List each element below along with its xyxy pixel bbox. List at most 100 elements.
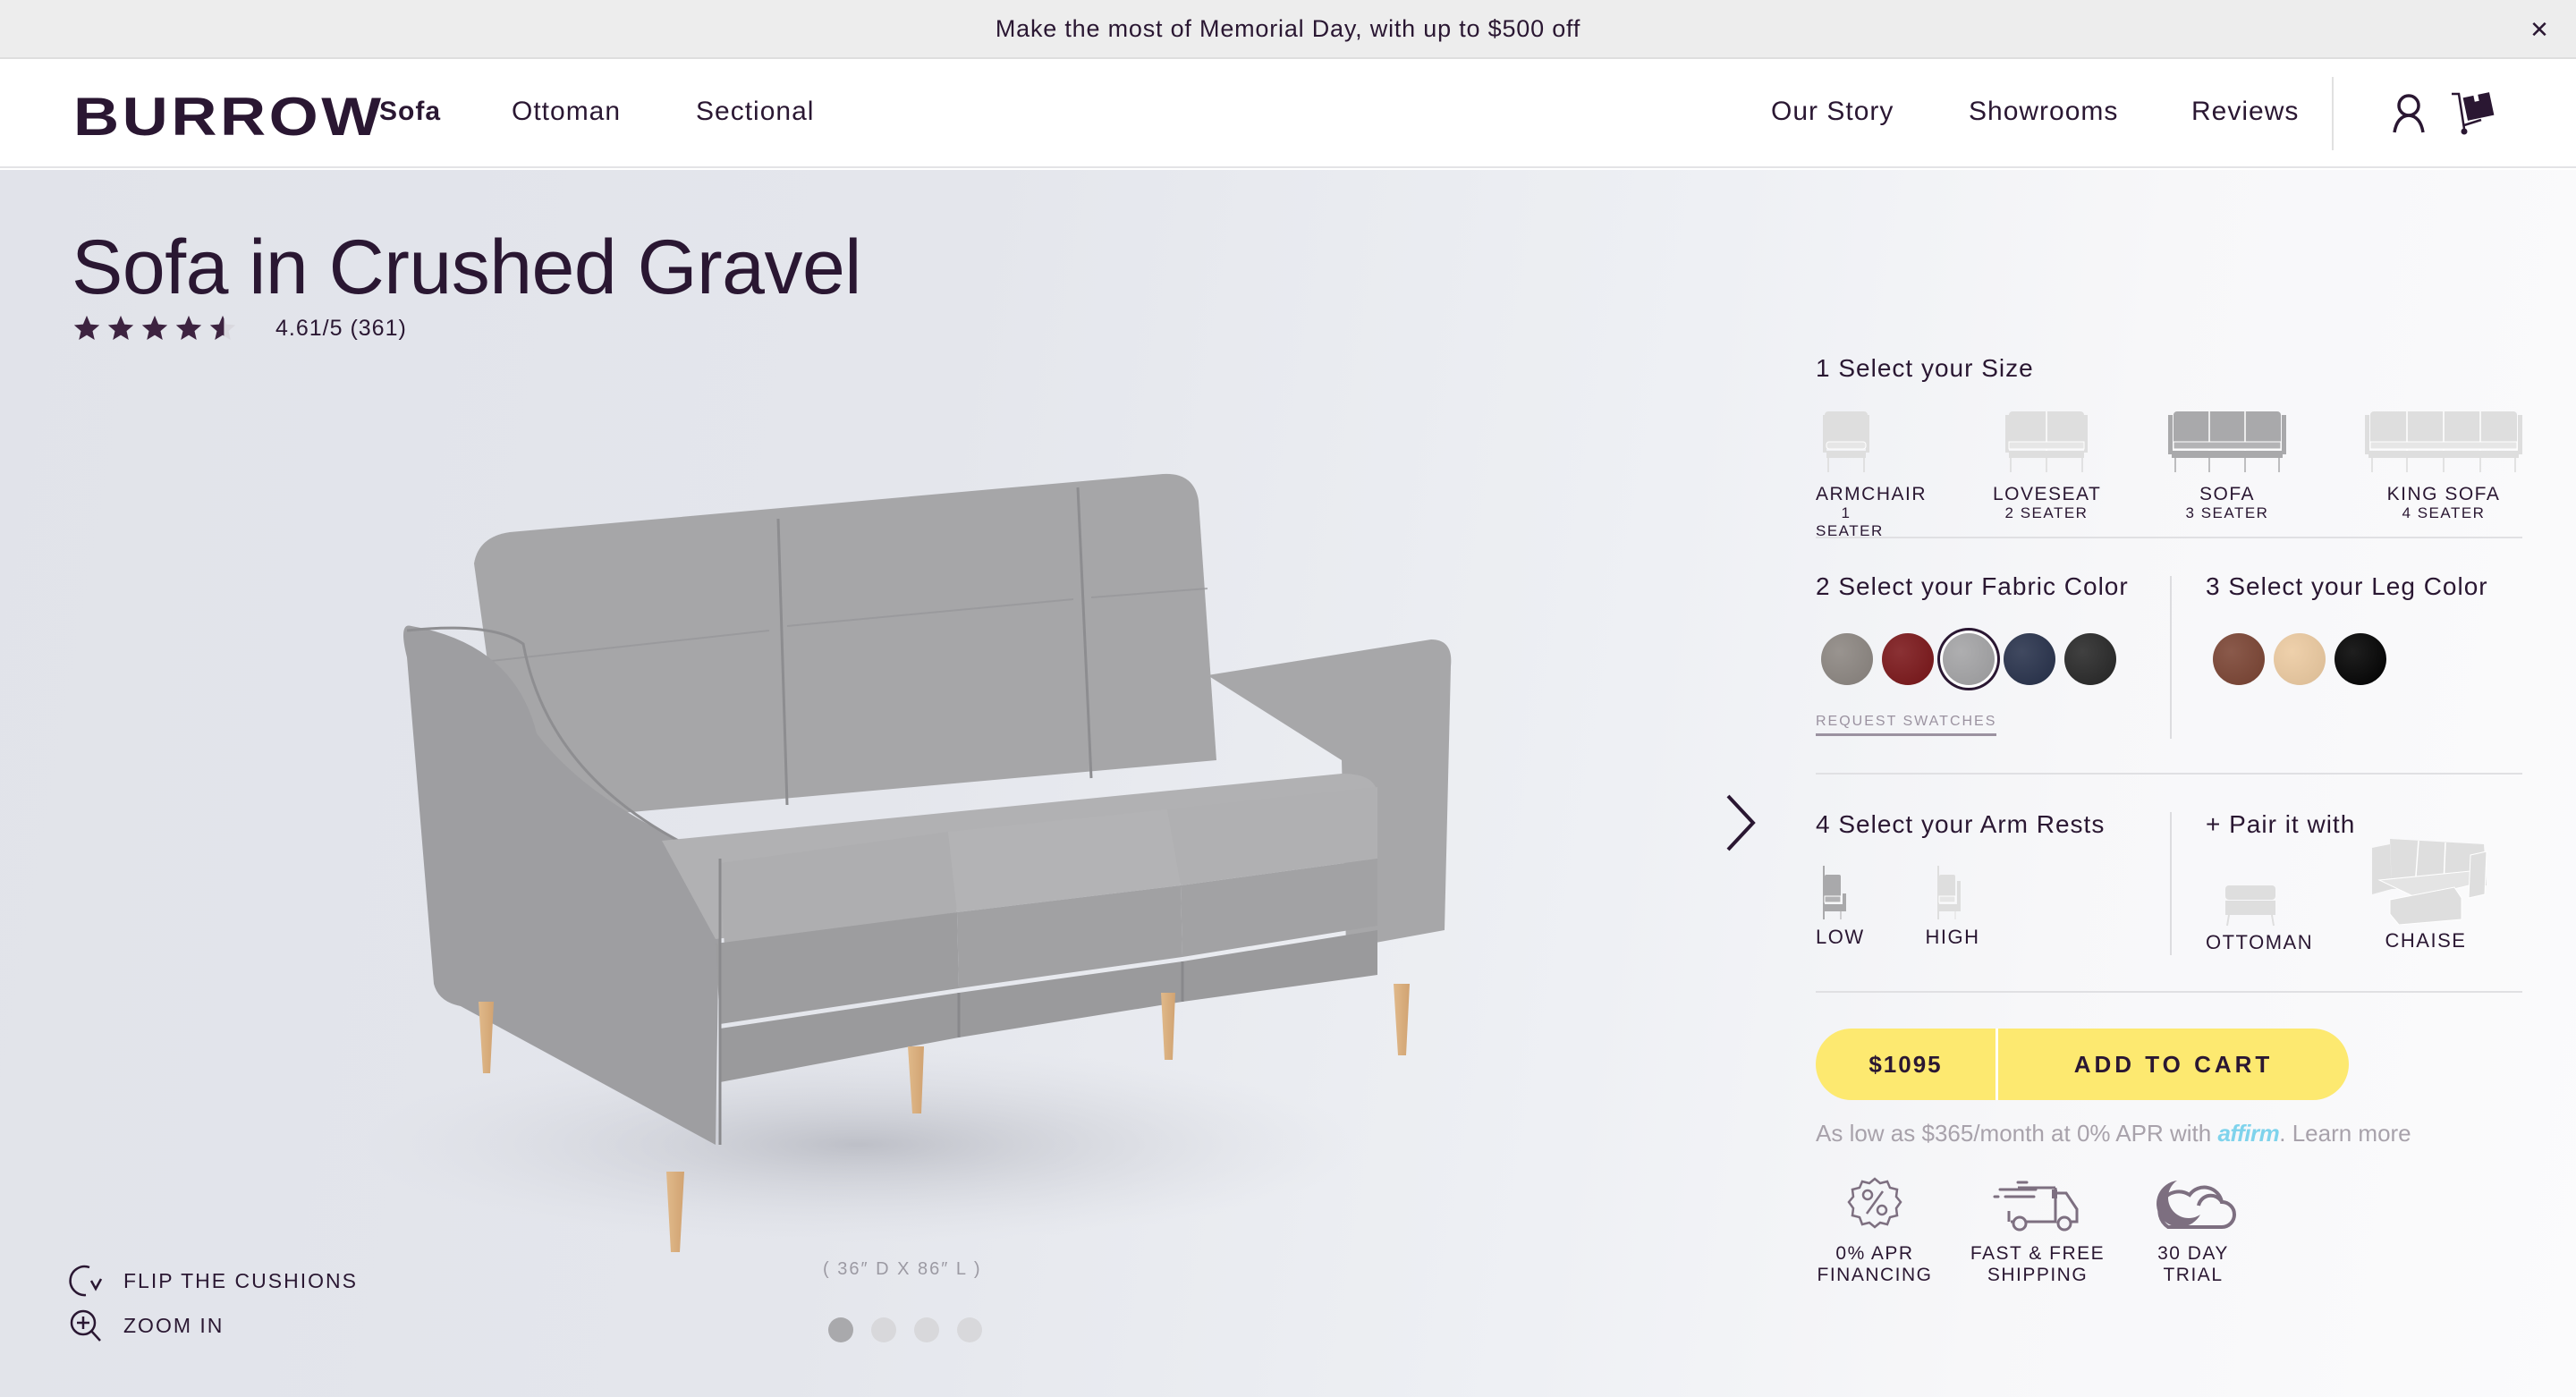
size-sub: 2 SEATER	[2004, 504, 2089, 521]
learn-more-link[interactable]: Learn more	[2292, 1120, 2411, 1147]
flip-cushions-button[interactable]: FLIP THE CUSHIONS	[68, 1263, 358, 1299]
close-icon[interactable]: ✕	[2526, 16, 2553, 43]
flip-cushions-label: FLIP THE CUSHIONS	[123, 1268, 358, 1292]
leg-heading: 3 Select your Leg Color	[2206, 572, 2488, 600]
add-to-cart-pill: $1095 ADD TO CART	[1816, 1029, 2349, 1100]
size-option-sofa[interactable]: SOFA 3 SEATER	[2165, 404, 2290, 522]
financing-text: As low as $365/month at 0% APR with affi…	[1816, 1120, 2411, 1147]
ottoman-icon	[2225, 885, 2275, 927]
pair-heading: + Pair it with	[2206, 810, 2356, 838]
nav-link-reviews[interactable]: Reviews	[2191, 97, 2299, 127]
financing-prefix: As low as $365/month at 0% APR with	[1816, 1120, 2218, 1147]
moon-cloud-icon	[2157, 1181, 2236, 1229]
fabric-swatch-navy[interactable]	[2004, 633, 2055, 685]
divider	[1816, 773, 2522, 775]
low-arm-icon	[1823, 866, 1846, 919]
fabric-swatch-black[interactable]	[2064, 633, 2116, 685]
leg-swatch-natural[interactable]	[2274, 633, 2326, 685]
add-to-cart-button[interactable]: ADD TO CART	[1998, 1029, 2349, 1100]
pair-option-chaise[interactable]: CHAISE	[2363, 835, 2488, 952]
divider	[1816, 991, 2522, 993]
cart-icon[interactable]	[2449, 89, 2497, 138]
sofa-product-image[interactable]	[358, 465, 1485, 1270]
king-sofa-icon	[2365, 411, 2522, 472]
promo-text: Make the most of Memorial Day, with up t…	[995, 14, 1581, 42]
gallery-dot[interactable]	[828, 1317, 853, 1342]
perk-label: 30 DAY TRIAL	[2157, 1243, 2229, 1285]
star-icon	[175, 315, 202, 341]
nav-link-ottoman[interactable]: Ottoman	[512, 97, 621, 127]
arm-option-high[interactable]: HIGH	[1921, 864, 1984, 949]
arm-option-low[interactable]: LOW	[1816, 864, 1865, 949]
sofa-size-icon	[2168, 411, 2286, 472]
size-option-king-sofa[interactable]: KING SOFA 4 SEATER	[2363, 404, 2524, 522]
gallery-pagination	[828, 1317, 982, 1342]
fabric-swatch-taupe[interactable]	[1821, 633, 1873, 685]
gallery-dot[interactable]	[871, 1317, 896, 1342]
nav-link-our-story[interactable]: Our Story	[1771, 97, 1894, 127]
star-half-icon	[209, 315, 236, 341]
nav-divider	[2332, 77, 2334, 150]
size-name: ARMCHAIR	[1816, 484, 1928, 504]
armchair-icon	[1823, 411, 1869, 472]
high-arm-icon	[1937, 866, 1961, 919]
price-button[interactable]: $1095	[1816, 1029, 1998, 1100]
size-sub: 1 SEATER	[1816, 504, 1884, 539]
zoom-in-icon	[70, 1309, 101, 1342]
perk-trial: 30 DAY TRIAL	[2140, 1175, 2247, 1286]
burrow-logo[interactable]: BURROW	[73, 86, 385, 148]
pair-option-label: CHAISE	[2385, 929, 2467, 952]
fabric-swatch-crushed-gravel[interactable]	[1943, 633, 1995, 685]
request-swatches-link[interactable]: REQUEST SWATCHES	[1816, 714, 1997, 736]
fabric-heading: 2 Select your Fabric Color	[1816, 572, 2129, 600]
divider	[2170, 812, 2172, 955]
percent-badge-icon	[1847, 1177, 1902, 1229]
perk-financing: 0% APR FINANCING	[1816, 1175, 1934, 1286]
size-heading: 1 Select your Size	[1816, 354, 2034, 382]
dimensions-text: ( 36″ D X 86″ L )	[823, 1259, 982, 1279]
product-stage: Sofa in Crushed Gravel 4.61/5 (361) FLIP…	[0, 170, 2576, 1397]
zoom-in-label: ZOOM IN	[123, 1313, 225, 1337]
size-name: LOVESEAT	[1993, 484, 2102, 504]
star-icon	[141, 315, 168, 341]
pair-option-label: OTTOMAN	[2206, 931, 2314, 953]
truck-icon	[1993, 1181, 2079, 1232]
nav-link-sectional[interactable]: Sectional	[696, 97, 814, 127]
size-name: SOFA	[2199, 484, 2256, 504]
star-icon	[73, 315, 100, 341]
size-sub: 3 SEATER	[2185, 504, 2269, 521]
size-option-armchair[interactable]: ARMCHAIR 1 SEATER	[1816, 404, 1928, 540]
gallery-dot[interactable]	[957, 1317, 982, 1342]
divider	[1816, 537, 2522, 538]
arm-option-label: LOW	[1816, 926, 1865, 948]
divider	[2170, 576, 2172, 739]
financing-suffix: .	[2279, 1120, 2292, 1147]
top-nav: BURROW Sofa Ottoman Sectional Our Story …	[0, 61, 2576, 168]
pair-option-ottoman[interactable]: OTTOMAN	[2206, 884, 2314, 954]
rotate-icon	[69, 1265, 103, 1297]
perk-shipping: FAST & FREE SHIPPING	[1970, 1175, 2106, 1286]
affirm-logo: affirm	[2217, 1120, 2280, 1147]
leg-swatch-black[interactable]	[2334, 633, 2386, 685]
size-option-loveseat[interactable]: LOVESEAT 2 SEATER	[1993, 404, 2100, 522]
zoom-in-button[interactable]: ZOOM IN	[68, 1308, 224, 1343]
next-image-chevron-icon[interactable]	[1717, 787, 1762, 859]
gallery-dot[interactable]	[914, 1317, 939, 1342]
perk-label: 0% APR FINANCING	[1817, 1243, 1933, 1285]
rating-stars	[72, 313, 238, 343]
nav-link-sofa[interactable]: Sofa	[379, 97, 441, 127]
size-sub: 4 SEATER	[2402, 504, 2486, 521]
chaise-icon	[2372, 839, 2487, 926]
account-icon[interactable]	[2385, 89, 2433, 138]
rating[interactable]: 4.61/5 (361)	[72, 313, 407, 343]
promo-banner: Make the most of Memorial Day, with up t…	[0, 0, 2576, 59]
fabric-swatch-red[interactable]	[1882, 633, 1934, 685]
star-icon	[107, 315, 134, 341]
arm-option-label: HIGH	[1925, 926, 1980, 948]
size-name: KING SOFA	[2386, 484, 2501, 504]
rating-text[interactable]: 4.61/5 (361)	[275, 316, 407, 342]
product-title: Sofa in Crushed Gravel	[72, 224, 861, 310]
arm-rests-heading: 4 Select your Arm Rests	[1816, 810, 2106, 838]
leg-swatch-walnut[interactable]	[2213, 633, 2265, 685]
nav-link-showrooms[interactable]: Showrooms	[1969, 97, 2118, 127]
